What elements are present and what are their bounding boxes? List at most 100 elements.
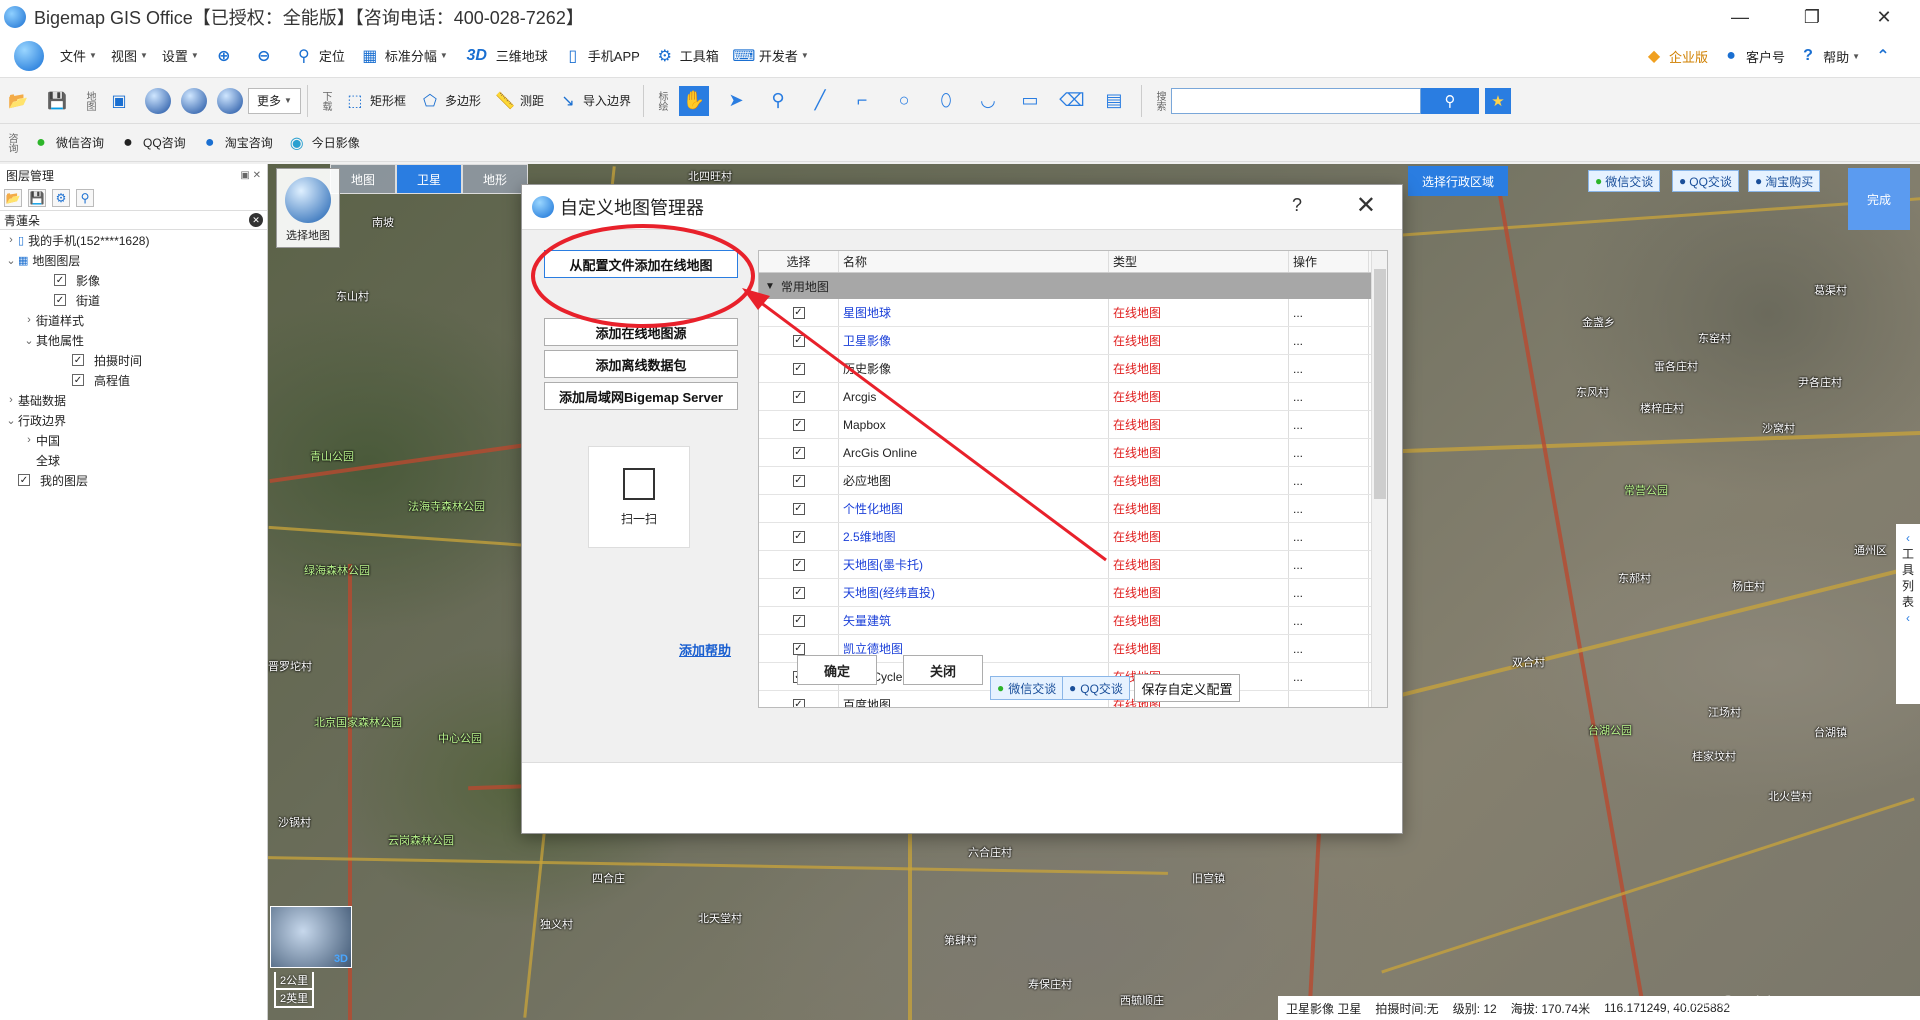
menu-toolbox[interactable]: ⚙ 工具箱 bbox=[654, 45, 719, 67]
marker-tool[interactable]: ⚲ bbox=[763, 86, 793, 116]
ellipse-tool[interactable]: ⬯ bbox=[931, 86, 961, 116]
close-window-button[interactable]: ✕ bbox=[1848, 0, 1920, 34]
globe-source-2-icon[interactable] bbox=[181, 87, 207, 114]
chevron-down-icon[interactable]: ⌄ bbox=[4, 254, 18, 267]
favorites-button[interactable]: ★ bbox=[1485, 87, 1511, 114]
add-from-config-button[interactable]: 从配置文件添加在线地图 bbox=[544, 250, 738, 278]
panel-controls[interactable]: ▣ ✕ bbox=[240, 170, 261, 181]
zoom-in-button[interactable]: ⊕ bbox=[213, 45, 239, 67]
circle-tool[interactable]: ○ bbox=[889, 86, 919, 116]
row-actions-button[interactable]: ... bbox=[1289, 663, 1369, 690]
chevron-right-icon[interactable]: › bbox=[4, 394, 18, 406]
row-checkbox[interactable]: ✓ bbox=[792, 698, 805, 707]
table-row[interactable]: ✓ 天地图(经纬直投) 在线地图... bbox=[759, 579, 1387, 607]
open-layer-icon[interactable]: 📂 bbox=[4, 189, 22, 207]
rect-frame-button[interactable]: ⬚ 矩形框 bbox=[337, 84, 412, 118]
select-region-button[interactable]: 选择行政区域 bbox=[1408, 166, 1508, 196]
open-file-button[interactable]: 📂 bbox=[0, 84, 39, 118]
menu-settings[interactable]: 设置 ▼ bbox=[162, 46, 199, 65]
map-qq-chat-button[interactable]: ● QQ交谈 bbox=[1672, 170, 1739, 192]
menu-3d-earth[interactable]: 3D 三维地球 bbox=[462, 45, 548, 67]
table-row[interactable]: ✓ 历史影像 在线地图... bbox=[759, 355, 1387, 383]
zoom-out-button[interactable]: ⊖ bbox=[253, 45, 279, 67]
row-actions-button[interactable]: ... bbox=[1289, 299, 1369, 326]
chevron-right-icon[interactable]: › bbox=[4, 234, 18, 246]
add-offline-package-button[interactable]: 添加离线数据包 bbox=[544, 350, 738, 378]
table-group-row[interactable]: ▼ 常用地图 bbox=[759, 273, 1387, 299]
layer-tree-item[interactable]: ⌄ ▦ 地图图层 bbox=[0, 250, 267, 270]
row-checkbox[interactable]: ✓ bbox=[792, 306, 805, 319]
table-row[interactable]: ✓ 2.5维地图 在线地图... bbox=[759, 523, 1387, 551]
row-actions-button[interactable]: ... bbox=[1289, 467, 1369, 494]
row-actions-button[interactable]: ... bbox=[1289, 551, 1369, 578]
chevron-down-icon[interactable]: ⌄ bbox=[22, 334, 36, 347]
layer-checkbox[interactable]: ✓ bbox=[72, 354, 84, 366]
table-row[interactable]: ✓ 矢量建筑 在线地图... bbox=[759, 607, 1387, 635]
layer-tree-item[interactable]: 全球 bbox=[0, 450, 267, 470]
dialog-help-button[interactable]: ? bbox=[1292, 195, 1302, 216]
row-checkbox[interactable]: ✓ bbox=[792, 530, 805, 543]
layer-tree-item[interactable]: › ▯ 我的手机(152****1628) bbox=[0, 230, 267, 250]
row-actions-button[interactable]: ... bbox=[1289, 327, 1369, 354]
menu-mobile-app[interactable]: ▯ 手机APP bbox=[562, 45, 639, 67]
row-actions-button[interactable]: ... bbox=[1289, 691, 1369, 707]
layer-tree-item[interactable]: ✓ 影像 bbox=[0, 270, 267, 290]
help-menu[interactable]: ? 帮助 ▼ bbox=[1797, 45, 1860, 67]
row-actions-button[interactable]: ... bbox=[1289, 635, 1369, 662]
chevron-right-icon[interactable]: › bbox=[22, 434, 36, 446]
pointer-tool[interactable]: ➤ bbox=[721, 86, 751, 116]
globe-source-3-icon[interactable] bbox=[217, 87, 243, 114]
row-checkbox[interactable]: ✓ bbox=[792, 446, 805, 459]
map-source-button[interactable]: ▣ bbox=[101, 84, 140, 118]
row-checkbox[interactable]: ✓ bbox=[792, 558, 805, 571]
layer-search-icon[interactable]: ⚲ bbox=[76, 189, 94, 207]
add-online-source-button[interactable]: 添加在线地图源 bbox=[544, 318, 738, 346]
tool-list-side-tab[interactable]: ‹ 工 具 列 表 ‹ bbox=[1896, 524, 1920, 704]
collapse-ribbon-button[interactable]: ⌃ bbox=[1872, 45, 1898, 67]
eraser-tool[interactable]: ⌫ bbox=[1057, 86, 1087, 116]
add-help-link[interactable]: 添加帮助 bbox=[679, 640, 731, 659]
row-checkbox[interactable]: ✓ bbox=[792, 418, 805, 431]
save-custom-config-button[interactable]: 保存自定义配置 bbox=[1134, 674, 1240, 702]
map-wechat-chat-button[interactable]: ● 微信交谈 bbox=[1588, 170, 1661, 192]
table-scrollbar[interactable] bbox=[1371, 251, 1387, 707]
layer-checkbox[interactable]: ✓ bbox=[72, 374, 84, 386]
menu-locate[interactable]: ⚲ 定位 bbox=[293, 45, 345, 67]
import-boundary-button[interactable]: ↘ 导入边界 bbox=[550, 84, 637, 118]
layer-tree-item[interactable]: ✓ 街道 bbox=[0, 290, 267, 310]
save-layer-icon[interactable]: 💾 bbox=[28, 189, 46, 207]
save-button[interactable]: 💾 bbox=[39, 84, 78, 118]
wechat-consult-button[interactable]: ● 微信咨询 bbox=[23, 126, 110, 160]
polyline-tool[interactable]: ⌐ bbox=[847, 86, 877, 116]
table-row[interactable]: ✓ Arcgis 在线地图... bbox=[759, 383, 1387, 411]
row-checkbox[interactable]: ✓ bbox=[792, 362, 805, 375]
table-row[interactable]: ✓ 星图地球 在线地图... bbox=[759, 299, 1387, 327]
layer-tree-item[interactable]: ✓ 我的图层 bbox=[0, 470, 267, 490]
chevron-down-icon[interactable]: ⌄ bbox=[4, 414, 18, 427]
table-row[interactable]: ✓ Mapbox 在线地图... bbox=[759, 411, 1387, 439]
scan-qr-button[interactable]: 扫一扫 bbox=[588, 446, 690, 548]
row-actions-button[interactable]: ... bbox=[1289, 607, 1369, 634]
ok-button[interactable]: 确定 bbox=[797, 655, 877, 685]
tab-satellite[interactable]: 卫星 bbox=[396, 164, 462, 194]
add-lan-server-button[interactable]: 添加局域网Bigemap Server bbox=[544, 382, 738, 410]
row-actions-button[interactable]: ... bbox=[1289, 579, 1369, 606]
layer-checkbox[interactable]: ✓ bbox=[54, 294, 66, 306]
row-checkbox[interactable]: ✓ bbox=[792, 390, 805, 403]
table-row[interactable]: ✓ 天地图(墨卡托) 在线地图... bbox=[759, 551, 1387, 579]
minimize-button[interactable]: — bbox=[1704, 0, 1776, 34]
done-button[interactable]: 完成 bbox=[1848, 168, 1910, 230]
maximize-button[interactable]: ❐ bbox=[1776, 0, 1848, 34]
enterprise-edition[interactable]: ◆ 企业版 bbox=[1643, 45, 1708, 67]
layer-tree-item[interactable]: ✓ 拍摄时间 bbox=[0, 350, 267, 370]
clear-search-icon[interactable]: ✕ bbox=[249, 213, 263, 227]
line-tool[interactable]: ╱ bbox=[805, 86, 835, 116]
layer-search-field[interactable]: 青蓮朵 ✕ bbox=[0, 210, 267, 230]
table-row[interactable]: ✓ 个性化地图 在线地图... bbox=[759, 495, 1387, 523]
tab-terrain[interactable]: 地形 bbox=[462, 164, 528, 194]
select-map-button[interactable]: 选择地图 bbox=[276, 168, 340, 248]
row-checkbox[interactable]: ✓ bbox=[792, 502, 805, 515]
layer-checkbox[interactable]: ✓ bbox=[18, 474, 30, 486]
customer-id[interactable]: ● 客户号 bbox=[1720, 45, 1785, 67]
menu-developer[interactable]: ⌨ 开发者 ▼ bbox=[732, 45, 808, 67]
